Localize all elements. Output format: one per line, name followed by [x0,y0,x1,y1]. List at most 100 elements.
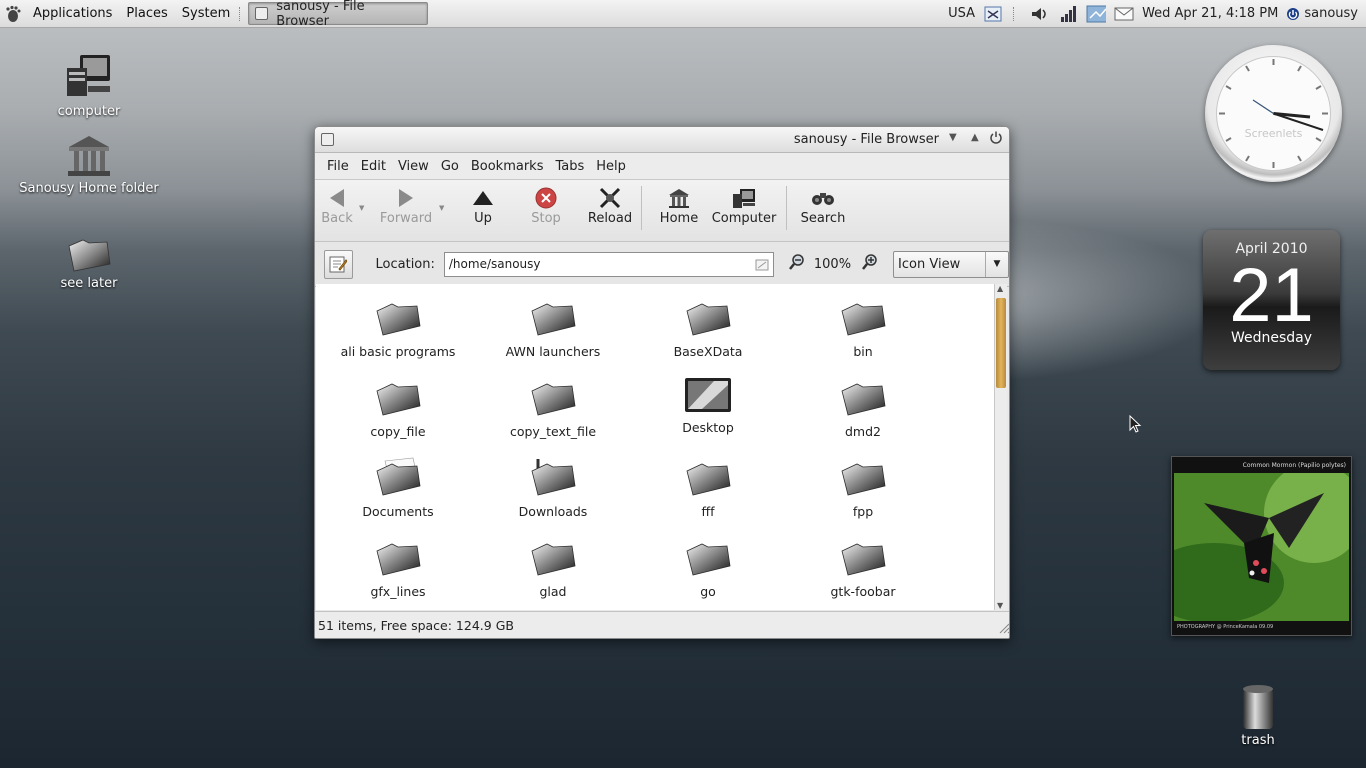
back-history-dropdown[interactable]: ▼ [359,204,373,212]
file-item-label: Downloads [518,504,588,519]
user-switcher[interactable]: sanousy [1286,6,1358,21]
file-item[interactable]: Documents [323,457,473,519]
home-folder-icon [68,136,110,176]
gnome-foot-icon[interactable] [0,0,26,27]
trash-icon [1243,685,1273,729]
forward-history-dropdown[interactable]: ▼ [439,204,453,212]
location-label: Location: [375,256,435,272]
reload-button[interactable]: Reload [579,184,641,226]
search-button[interactable]: Search [787,184,859,226]
calendar-day: 21 [1229,253,1314,338]
scroll-down-arrow[interactable]: ▼ [997,601,1003,610]
calendar-weekday: Wednesday [1230,330,1313,346]
file-item[interactable]: copy_text_file [478,377,628,439]
vertical-scrollbar[interactable]: ▲ ▼ [994,284,1007,610]
keyboard-indicator-icon[interactable] [983,5,1003,23]
forward-button[interactable]: Forward [373,184,439,226]
file-item[interactable]: dmd2 [788,377,938,439]
tray-separator [1013,6,1018,21]
home-label: Home [659,211,699,226]
file-item[interactable]: fff [633,457,783,519]
menu-bookmarks[interactable]: Bookmarks [465,159,550,174]
volume-icon[interactable] [1030,5,1050,23]
zoom-out-button[interactable] [788,253,806,275]
menu-view[interactable]: View [392,159,435,174]
file-item[interactable]: ali basic programs [323,297,473,359]
scroll-up-arrow[interactable]: ▲ [997,284,1003,293]
menu-tabs[interactable]: Tabs [549,159,590,174]
desktop-icon-computer[interactable]: computer [19,52,159,119]
home-button[interactable]: Home [642,184,716,226]
calendar-widget[interactable]: April 2010 21 Wednesday [1203,230,1340,370]
toggle-location-entry-button[interactable] [324,249,353,279]
desktop-icon-trash[interactable]: trash [1188,683,1328,748]
desktop-icon-home-folder[interactable]: Sanousy Home folder [19,133,159,196]
minimize-button[interactable]: ▼ [949,132,957,143]
panel-separator [239,6,244,21]
file-item[interactable]: AWN launchers [478,297,628,359]
window-titlebar[interactable]: sanousy - File Browser ▼ ▲ [315,127,1009,153]
up-button[interactable]: Up [453,184,513,226]
keyboard-layout[interactable]: USA [948,6,975,21]
file-item[interactable]: bin [788,297,938,359]
reload-icon [599,187,621,208]
system-menu[interactable]: System [175,6,237,21]
panel-tray: USA Wed Apr 21, 4:18 PM sanousy [948,5,1366,23]
view-mode-select[interactable]: Icon View ▼ [893,250,1009,278]
back-button[interactable]: Back [315,184,359,226]
file-item[interactable]: BaseXData [633,297,783,359]
stop-button[interactable]: Stop [513,184,579,226]
file-item-label: fff [701,504,715,519]
scrollbar-thumb[interactable] [996,298,1006,388]
close-button[interactable] [989,130,1003,147]
applications-menu[interactable]: Applications [26,6,119,21]
file-item[interactable]: Desktop [633,377,783,435]
clock-widget[interactable]: Screenlets [1205,45,1342,182]
clear-location-icon[interactable] [755,258,769,275]
mail-icon[interactable] [1114,5,1134,23]
folder-icon [528,537,578,581]
maximize-button[interactable]: ▲ [971,132,979,143]
folder-icon [838,297,888,341]
places-menu[interactable]: Places [119,6,174,21]
forward-label: Forward [379,211,433,226]
reload-label: Reload [587,211,633,226]
task-title: sanousy - File Browser [276,0,365,29]
documents-folder-icon [373,457,423,501]
file-icon-view[interactable]: ali basic programs AWN launchers BaseXData… [316,284,996,610]
file-item[interactable]: glad [478,537,628,599]
file-item[interactable]: go [633,537,783,599]
photo-frame-widget[interactable]: Common Mormon (Papilio polytes) PHOTOGRA… [1171,456,1352,636]
chevron-down-icon: ▼ [985,251,1008,277]
file-item-label: copy_text_file [509,424,597,439]
status-bar: 51 items, Free space: 124.9 GB [315,611,1009,638]
file-item[interactable]: gtk-foobar [788,537,938,599]
file-item-label: glad [539,584,567,599]
menu-help[interactable]: Help [590,159,632,174]
desktop-icon-see-later[interactable]: see later [19,234,159,291]
location-input[interactable]: /home/sanousy [443,251,774,277]
taskbar-file-browser-button[interactable]: sanousy - File Browser [248,0,429,29]
menu-file[interactable]: File [321,159,355,174]
zoom-level[interactable]: 100% [814,257,851,272]
computer-button[interactable]: Computer [712,184,776,226]
window-menu-icon[interactable] [321,133,334,146]
file-item[interactable]: gfx_lines [323,537,473,599]
back-arrow-icon [330,188,344,207]
desktop-icon [684,377,732,417]
file-item-label: gfx_lines [370,584,426,599]
file-item[interactable]: copy_file [323,377,473,439]
menu-go[interactable]: Go [435,159,465,174]
resize-grip[interactable] [998,622,1009,637]
zoom-in-button[interactable] [861,253,879,275]
window-menubar: File Edit View Go Bookmarks Tabs Help [315,153,1009,180]
menu-edit[interactable]: Edit [355,159,392,174]
panel-clock[interactable]: Wed Apr 21, 4:18 PM [1142,6,1278,21]
update-notifier-icon[interactable] [1086,5,1107,23]
binoculars-icon [812,192,834,205]
file-item[interactable]: fpp [788,457,938,519]
forward-arrow-icon [399,188,413,207]
folder-icon [373,537,423,581]
file-item[interactable]: Downloads [478,457,628,519]
network-signal-icon[interactable] [1058,5,1078,23]
